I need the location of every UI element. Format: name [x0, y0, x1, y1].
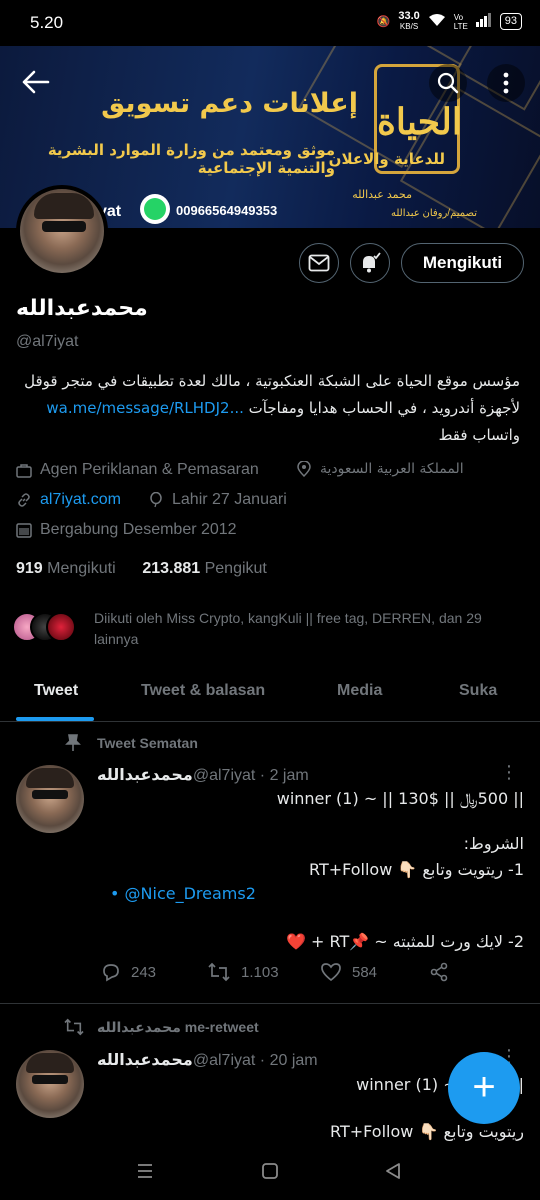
search-icon: [437, 72, 459, 94]
avatar-hair: [26, 1053, 74, 1073]
banner-phone: 00966564949353: [176, 203, 278, 218]
banner-person-name: محمد عبدالله: [352, 189, 412, 201]
profile-birthday: Lahir 27 Januari: [148, 491, 287, 509]
heart-icon: [321, 963, 341, 982]
banner-brand: للدعاية والاعلان: [328, 150, 445, 168]
banner-title: إعلانات دعم تسويق: [101, 88, 358, 119]
tweet-avatar[interactable]: [16, 1050, 84, 1118]
tweet-avatar[interactable]: [16, 765, 84, 833]
tab-likes[interactable]: Suka: [459, 682, 497, 700]
tweet-actions: 243 1.103 584: [97, 962, 517, 992]
profile-bio: مؤسس موقع الحياة على الشبكة العنكبوتية ،…: [16, 368, 520, 449]
profile-location: المملكة العربية السعودية: [296, 461, 464, 477]
tweet-author-name[interactable]: محمدعبدالله: [97, 1050, 193, 1069]
status-bar: 5.20 🔕 33.0 KB/S Vo LTE 93: [0, 0, 540, 46]
share-icon: [430, 962, 448, 982]
signal-icon: [475, 13, 492, 30]
tab-media[interactable]: Media: [337, 682, 382, 700]
more-options-button[interactable]: [487, 64, 525, 102]
bell-check-icon: [363, 252, 381, 273]
profile-tabs: Tweet Tweet & balasan Media Suka: [0, 665, 540, 722]
tweet-mention-link[interactable]: @Nice_Dreams2: [125, 884, 256, 903]
tweet-time: · 20 jam: [259, 1052, 318, 1069]
briefcase-icon: [16, 462, 32, 478]
location-pin-icon: [296, 461, 312, 477]
profile-website[interactable]: al7iyat.com: [16, 491, 121, 509]
active-tab-indicator: [16, 717, 94, 721]
followers-link[interactable]: 213.881 Pengikut: [142, 560, 267, 577]
follower-avatar: [46, 612, 76, 642]
tweet-time: · 2 jam: [259, 767, 309, 784]
status-time: 5.20: [30, 13, 64, 32]
net-speed: 33.0 KB/S: [398, 10, 420, 32]
message-button[interactable]: [299, 243, 339, 283]
tab-tweets-replies[interactable]: Tweet & balasan: [141, 682, 265, 700]
bio-line: مؤسس موقع الحياة على الشبكة العنكبوتية ،…: [24, 372, 520, 390]
bio-line: لأجهزة أندرويد ، في الحساب هدايا ومفاجآت…: [16, 395, 520, 422]
tweet-header: محمدعبدالله@al7iyat · 2 jam: [97, 765, 309, 785]
avatar-glasses: [32, 790, 68, 799]
profile-name: محمدعبدالله: [16, 296, 148, 321]
bio-text: لأجهزة أندرويد ، في الحساب هدايا ومفاجآت: [248, 399, 520, 417]
followed-by-text[interactable]: Diikuti oleh Miss Crypto, kangKuli || fr…: [94, 608, 524, 650]
bio-whatsapp-link[interactable]: wa.me/message/RLHDJ2...: [46, 399, 243, 417]
profile-category: Agen Periklanan & Pemasaran: [16, 461, 259, 479]
profile-joined: Bergabung Desember 2012: [16, 521, 237, 539]
tweet-author-handle[interactable]: @al7iyat: [193, 1052, 256, 1069]
tweet-text-line: || 500﷼ || $130 || ~ (1) winner: [276, 789, 524, 808]
retweeted-by-label[interactable]: محمدعبدالله me-retweet: [97, 1019, 259, 1036]
home-icon[interactable]: [261, 1162, 279, 1186]
envelope-icon: [308, 254, 330, 272]
retweet-button[interactable]: 1.103: [207, 962, 279, 982]
tweet-mention-line: • @Nice_Dreams2: [110, 884, 256, 903]
volte-label: Vo LTE: [453, 12, 468, 31]
reply-icon: [103, 964, 119, 982]
profile-avatar[interactable]: [16, 185, 108, 277]
banner-subtitle: موثق ومعتمد من وزارة الموارد البشرية وال…: [47, 141, 335, 177]
system-nav-bar: [0, 1148, 540, 1200]
search-button[interactable]: [429, 64, 467, 102]
avatar-glasses: [32, 1075, 68, 1084]
mute-icon: 🔕: [376, 16, 391, 28]
reply-button[interactable]: 243: [101, 962, 156, 982]
following-button[interactable]: Mengikuti: [401, 243, 524, 283]
recent-apps-icon[interactable]: [136, 1162, 154, 1186]
battery-icon: 93: [499, 13, 522, 30]
follow-counts: 919 Mengikuti 213.881 Pengikut: [16, 560, 267, 578]
tweet-text-line: 2- لايك ورت للمثبته ~ 📌RT + ❤️: [285, 932, 524, 951]
tweet-author-name[interactable]: محمدعبدالله: [97, 765, 193, 784]
avatar-glasses: [42, 221, 86, 232]
share-button[interactable]: [429, 962, 449, 982]
retweet-icon: [208, 962, 230, 982]
notifications-button[interactable]: [350, 243, 390, 283]
back-arrow-icon[interactable]: [22, 70, 50, 100]
tweet-more-icon[interactable]: ⋮: [500, 762, 518, 783]
like-button[interactable]: 584: [320, 962, 377, 982]
wifi-icon: [428, 13, 446, 30]
back-nav-icon[interactable]: [384, 1162, 402, 1186]
tweet-author-handle[interactable]: @al7iyat: [193, 767, 256, 784]
pin-icon: [65, 734, 81, 757]
following-link[interactable]: 919 Mengikuti: [16, 560, 116, 577]
compose-tweet-button[interactable]: +: [448, 1052, 520, 1124]
tweet-text-line: 1- ريتويت وتابع 👇🏻 RT+Follow: [308, 860, 524, 879]
tweet-text-line: ريتويت وتابع 👇🏻 RT+Follow: [330, 1122, 524, 1141]
status-icons: 🔕 33.0 KB/S Vo LTE 93: [377, 11, 522, 32]
avatar-hair: [34, 193, 94, 219]
tab-tweets[interactable]: Tweet: [34, 682, 78, 700]
pinned-tweet-label: Tweet Sematan: [97, 735, 198, 751]
whatsapp-icon: [140, 194, 170, 224]
balloon-icon: [148, 492, 164, 508]
profile-handle: @al7iyat: [16, 333, 79, 350]
link-icon: [16, 492, 32, 508]
calendar-icon: [16, 522, 32, 538]
bio-line: واتساب فقط: [438, 426, 520, 444]
banner-design-credit: تصميم/روفان عبدالله: [390, 208, 477, 219]
tweet-text-line: الشروط:: [463, 834, 524, 853]
more-vertical-icon: [503, 72, 509, 94]
retweet-context-icon: [63, 1018, 85, 1041]
tweet-divider: [0, 1003, 540, 1004]
tweet-header: محمدعبدالله@al7iyat · 20 jam: [97, 1050, 318, 1070]
avatar-hair: [26, 768, 74, 788]
